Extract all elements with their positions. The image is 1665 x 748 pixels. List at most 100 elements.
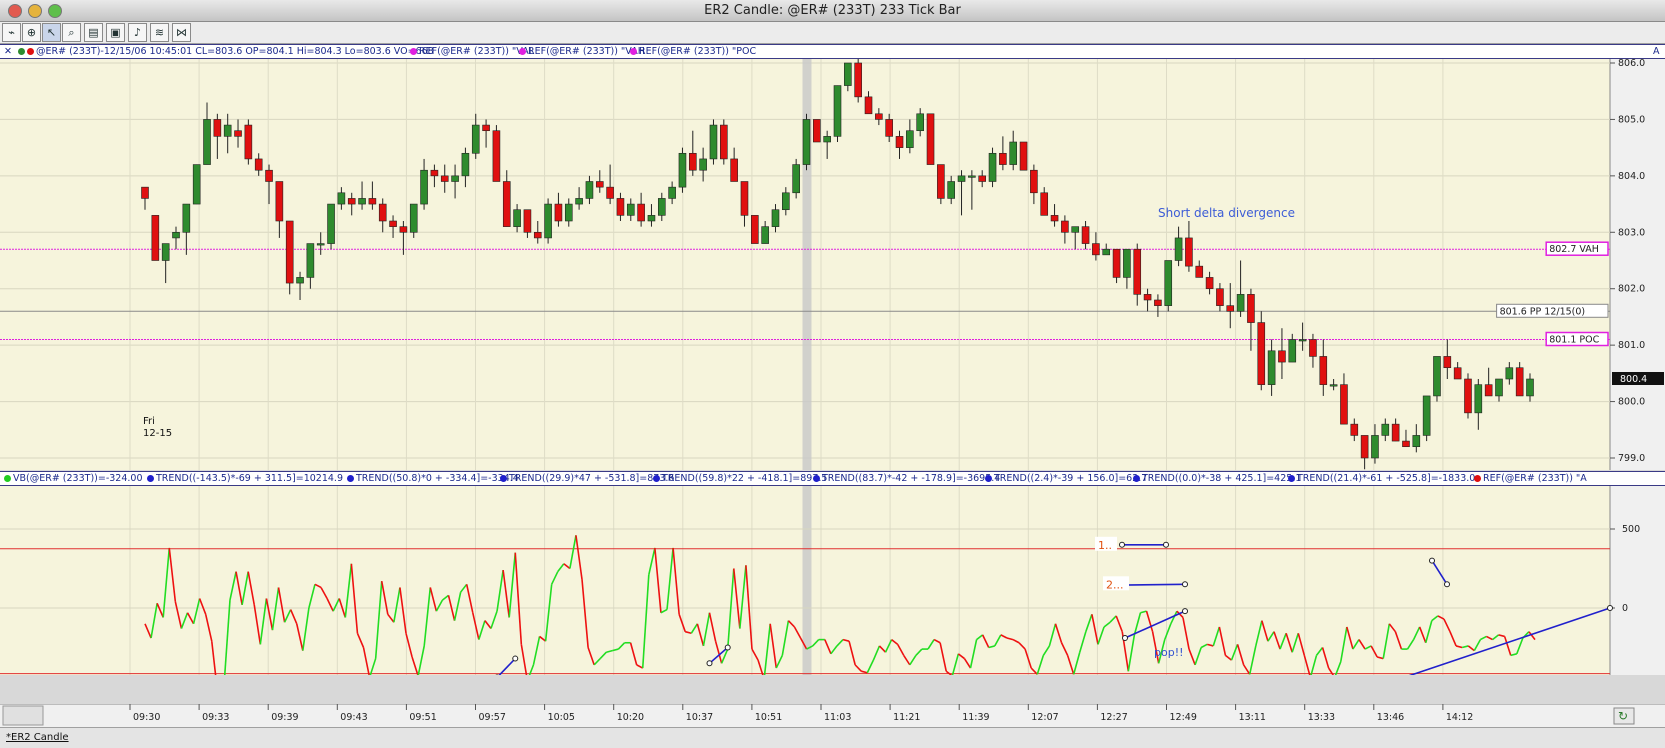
candle-body	[285, 220, 294, 284]
candle-body	[1050, 215, 1059, 222]
trend-endpoint	[1607, 605, 1613, 611]
candle-body	[172, 231, 180, 239]
candle-body	[1278, 350, 1286, 363]
chart-icon[interactable]: ▣	[106, 23, 125, 42]
annotation-2: 2...	[1106, 578, 1124, 591]
price-tick-label: 799.0	[1618, 453, 1645, 464]
candle-body	[306, 243, 315, 278]
trend-endpoint	[512, 655, 519, 662]
candle-body	[1185, 237, 1193, 267]
ind-9: REF(@ER# (233T)) "A	[1474, 472, 1587, 485]
candle-body	[751, 215, 759, 244]
zoom-icon[interactable]: ⌕	[62, 23, 81, 42]
candle-body	[1236, 294, 1245, 312]
candle-body	[875, 113, 883, 120]
draw-line-icon[interactable]: ⌁	[2, 23, 21, 42]
trend-dot-icon	[813, 475, 820, 482]
trend-line	[1122, 583, 1186, 586]
time-tick-label: 10:20	[617, 712, 644, 723]
trend-value-7: TREND((0.0)*-38 + 425.1]=425.1	[1142, 473, 1302, 484]
candle-body	[1340, 384, 1348, 425]
candle-body	[1205, 277, 1214, 290]
candle-body	[451, 175, 459, 182]
candle-body	[347, 198, 356, 205]
candle-body	[606, 186, 614, 199]
ind-5: TREND((83.7)*-42 + -178.9]=-3695.4	[813, 472, 1000, 485]
candle-body	[564, 203, 573, 222]
candle-body	[999, 152, 1007, 165]
date-label-day: Fri	[143, 416, 155, 427]
price-pane-header: ✕ @ER# (233T)-12/15/06 10:45:01 CL=803.6…	[0, 44, 1665, 59]
legend-poc: REF(@ER# (233T)) "POC	[630, 45, 756, 58]
candle-body	[1174, 237, 1183, 261]
last-price-label: 800.4	[1620, 374, 1647, 385]
candle-body	[937, 164, 945, 199]
candle-body	[1453, 367, 1462, 380]
candle-body	[1143, 294, 1152, 301]
annotation-pop: pop!!	[1154, 646, 1184, 659]
candle-body	[1071, 226, 1080, 233]
ref-poc-label: REF(@ER# (233T)) "POC	[639, 46, 757, 57]
candle-body	[1381, 423, 1390, 436]
trend-endpoint	[1182, 581, 1188, 588]
pane-corner-a[interactable]: A	[1653, 45, 1660, 58]
indicator-pane-header: VB(@ER# (233T))=-324.00 TREND((-143.5)*-…	[0, 471, 1665, 486]
data-window-icon[interactable]: ▤	[84, 23, 103, 42]
trend-value-1: TREND((-143.5)*-69 + 311.5]=10214.9	[156, 473, 343, 484]
time-tick-label: 12:49	[1170, 712, 1197, 723]
chart-tab-label[interactable]: *ER2 Candle	[6, 732, 69, 743]
analysis-icon[interactable]: ⋈	[172, 23, 191, 42]
close-pane-icon[interactable]: ✕	[4, 45, 12, 58]
time-tick-label: 11:21	[893, 712, 920, 723]
ref-dot-icon	[1474, 475, 1481, 482]
level-label: 802.7 VAH	[1549, 244, 1599, 255]
candle-body	[337, 192, 346, 205]
ind-8: TREND((21.4)*-61 + -525.8]=-1833.0	[1288, 472, 1475, 485]
candle-body	[813, 119, 821, 143]
candle-body	[440, 175, 449, 182]
candle-body	[399, 226, 408, 233]
alert-bell-icon[interactable]: ♪	[128, 23, 147, 42]
candle-body	[409, 203, 418, 233]
trend-endpoint	[1182, 608, 1188, 615]
candle-body	[492, 130, 501, 182]
candle-body	[699, 158, 707, 171]
candle-body	[1474, 384, 1483, 414]
time-tick-label: 13:46	[1377, 712, 1404, 723]
candle-body	[203, 119, 211, 165]
candle-body	[678, 152, 687, 188]
candle-body	[316, 243, 325, 246]
up-dot-icon	[18, 48, 25, 55]
candle-body	[720, 124, 728, 160]
status-bar: *ER2 Candle	[0, 727, 1665, 748]
candle-body	[1288, 339, 1297, 363]
price-chart[interactable]: 806.0 805.0 804.0 803.0 802.0 801.0 800.0 799.0…	[0, 59, 1665, 470]
ind-6: TREND((2.4)*-39 + 156.0]=62.7	[985, 472, 1147, 485]
date-label-date: 12-15	[143, 428, 172, 439]
cursor-icon[interactable]: ↖	[42, 23, 61, 42]
candle-body	[595, 181, 604, 188]
studies-icon[interactable]: ≋	[150, 23, 169, 42]
time-tick-label: 10:51	[755, 712, 782, 723]
legend-vah: REF(@ER# (233T)) "VAH	[519, 45, 645, 58]
time-tick-label: 09:30	[133, 712, 160, 723]
candle-body	[585, 181, 594, 199]
candle-body	[1319, 356, 1328, 385]
candle-body	[482, 124, 490, 132]
candle-body	[1298, 339, 1307, 342]
crosshair-icon[interactable]: ⊕	[22, 23, 41, 42]
candle-body	[1484, 384, 1493, 397]
time-tick-label: 11:39	[962, 712, 989, 723]
trend-dot-icon	[1133, 475, 1140, 482]
indicator-chart[interactable]: 5000-5001..2...pop!!	[0, 486, 1665, 675]
indicator-tick-label: 0	[1622, 603, 1628, 614]
candle-body	[1102, 248, 1111, 256]
trend-endpoint	[724, 644, 731, 651]
candle-body	[802, 119, 811, 165]
ind-7: TREND((0.0)*-38 + 425.1]=425.1	[1133, 472, 1301, 485]
val-dot-icon	[410, 48, 417, 55]
candle-body	[327, 203, 335, 244]
candle-body	[513, 209, 521, 227]
time-tick-label: 13:33	[1308, 712, 1335, 723]
candle-body	[740, 181, 749, 216]
